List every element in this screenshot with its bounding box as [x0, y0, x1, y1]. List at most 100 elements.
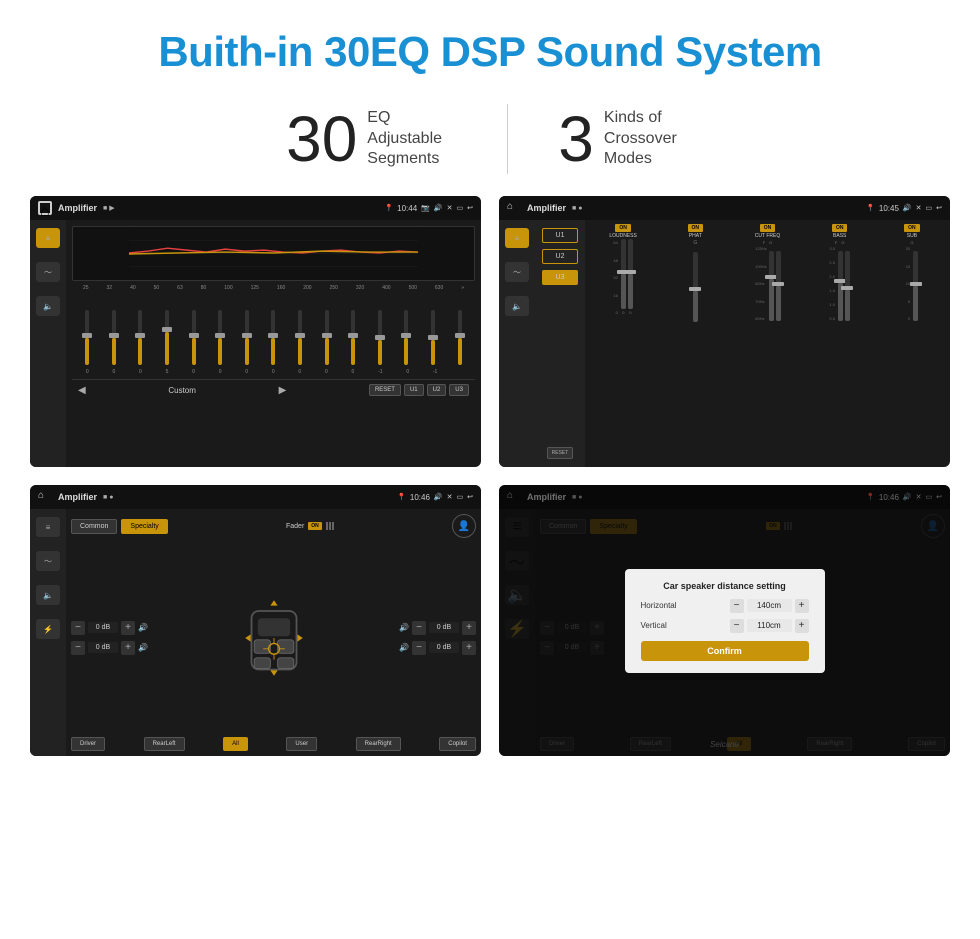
time-1: 10:44: [397, 204, 417, 213]
eq-graph[interactable]: [72, 226, 475, 281]
wave-icon-1: 〜: [44, 267, 52, 278]
eq-slider-13[interactable]: [404, 310, 408, 365]
eq-slider-3[interactable]: [138, 310, 142, 365]
dialog-overlay: Car speaker distance setting Horizontal …: [499, 485, 950, 756]
u3-tag[interactable]: U3: [542, 270, 578, 285]
eq-slider-4[interactable]: [165, 310, 169, 365]
wave-btn-2[interactable]: 〜: [505, 262, 529, 282]
phat-on[interactable]: ON: [688, 224, 704, 232]
eq-slider-8[interactable]: [271, 310, 275, 365]
user-icon-3: 👤: [452, 514, 476, 538]
fl-minus-3[interactable]: −: [71, 621, 85, 635]
home-icon-2[interactable]: ⌂: [507, 201, 521, 215]
horizontal-plus[interactable]: +: [795, 599, 809, 613]
horizontal-ctrl: − 140cm +: [730, 599, 809, 613]
eq-slider-12[interactable]: [378, 310, 382, 365]
eq-next-btn[interactable]: ▶: [279, 385, 287, 396]
home-icon-3[interactable]: ⌂: [38, 490, 52, 504]
fader-on-3[interactable]: ON: [308, 522, 322, 530]
u1-btn-1[interactable]: U1: [404, 384, 424, 396]
home-icon-1[interactable]: ⌂: [38, 201, 52, 215]
all-btn-3[interactable]: All: [223, 737, 248, 751]
fader-line-3: [332, 522, 334, 530]
bt-icon-3: ⚡: [43, 625, 53, 634]
eq-slider-2[interactable]: [112, 310, 116, 365]
stat-eq: 30 EQ AdjustableSegments: [236, 107, 507, 171]
rl-minus-3[interactable]: −: [71, 641, 85, 655]
bass-on[interactable]: ON: [832, 224, 848, 232]
eq-slider-10[interactable]: [325, 310, 329, 365]
eq-slider-6[interactable]: [218, 310, 222, 365]
u2-btn-1[interactable]: U2: [427, 384, 447, 396]
horizontal-minus[interactable]: −: [730, 599, 744, 613]
eq-slider-11[interactable]: [351, 310, 355, 365]
eq-slider-7[interactable]: [245, 310, 249, 365]
wave-btn-1[interactable]: 〜: [36, 262, 60, 282]
vertical-plus[interactable]: +: [795, 619, 809, 633]
eq-values: 0 0 0 5 0 0 0 0 0 0 0 -1 0 -1: [72, 369, 475, 375]
eq-slider-1[interactable]: [85, 310, 89, 365]
speaker-btn-2[interactable]: 🔈: [505, 296, 529, 316]
loudness-on[interactable]: ON: [615, 224, 631, 232]
eq-labels: 25 32 40 50 63 80 100 125 160 200 250 32…: [72, 285, 475, 291]
rr-minus-3[interactable]: −: [412, 641, 426, 655]
u3-btn-1[interactable]: U3: [449, 384, 469, 396]
screen-crossover: ⌂ Amplifier ■ ● 📍 10:45 🔊 ✕ ▭ ↩ ≡ 〜: [499, 196, 950, 467]
bt-btn-3[interactable]: ⚡: [36, 619, 60, 639]
cutfreq-slider-2[interactable]: [776, 251, 781, 321]
eq-prev-btn[interactable]: ◀: [78, 385, 86, 396]
screen2-title: Amplifier: [527, 203, 566, 213]
cutfreq-slider-1[interactable]: [769, 251, 774, 321]
car-diagram-3: [154, 543, 393, 732]
back-icon-1: ↩: [467, 204, 473, 212]
vertical-minus[interactable]: −: [730, 619, 744, 633]
reset-btn-1[interactable]: RESET: [369, 384, 401, 396]
eq-slider-5[interactable]: [192, 310, 196, 365]
loudness-slider-1[interactable]: 0: [621, 239, 626, 315]
driver-btn-3[interactable]: Driver: [71, 737, 105, 751]
phat-slider[interactable]: [693, 252, 698, 322]
fr-plus-3[interactable]: +: [462, 621, 476, 635]
eq-slider-15[interactable]: [458, 310, 462, 365]
status-icons-3: 📍 10:46 🔊 ✕ ▭ ↩: [397, 493, 473, 502]
status-left-3: ⌂ Amplifier ■ ●: [38, 490, 113, 504]
common-tab-3[interactable]: Common: [71, 519, 117, 534]
time-3: 10:46: [410, 493, 430, 502]
cutfreq-on[interactable]: ON: [760, 224, 776, 232]
u1-tag[interactable]: U1: [542, 228, 578, 243]
sub-slider[interactable]: [913, 251, 918, 321]
specialty-tab-3[interactable]: Specialty: [121, 519, 167, 534]
fl-plus-3[interactable]: +: [121, 621, 135, 635]
copilot-btn-3[interactable]: Copilot: [439, 737, 476, 751]
eq-slider-14[interactable]: [431, 310, 435, 365]
u2-tag[interactable]: U2: [542, 249, 578, 264]
rr-plus-3[interactable]: +: [462, 641, 476, 655]
wave-icon-2: 〜: [513, 267, 521, 278]
wave-btn-3[interactable]: 〜: [36, 551, 60, 571]
confirm-button[interactable]: Confirm: [641, 641, 809, 661]
channel-cutfreq: ON CUT FREQ F G 125Hz100Hz80Hz70Hz60Hz: [733, 224, 801, 322]
eq-freq-40: 40: [130, 285, 136, 291]
horizontal-label: Horizontal: [641, 601, 677, 610]
status-bar-2: ⌂ Amplifier ■ ● 📍 10:45 🔊 ✕ ▭ ↩: [499, 196, 950, 220]
user-btn-3[interactable]: User: [286, 737, 317, 751]
speaker-btn-3[interactable]: 🔈: [36, 585, 60, 605]
eq-slider-9[interactable]: [298, 310, 302, 365]
bass-slider-2[interactable]: [845, 251, 850, 321]
reset-btn-2[interactable]: RESET: [547, 447, 574, 459]
speaker-btn-1[interactable]: 🔈: [36, 296, 60, 316]
eq-expand-icon[interactable]: »: [461, 285, 464, 291]
rearleft-btn-3[interactable]: RearLeft: [144, 737, 185, 751]
rearright-btn-3[interactable]: RearRight: [356, 737, 401, 751]
eq-btn-2[interactable]: ≡: [505, 228, 529, 248]
loudness-slider-2[interactable]: 0: [628, 239, 633, 315]
eq-btn-1[interactable]: ≡: [36, 228, 60, 248]
amp-main-3: Common Specialty Fader ON 👤: [66, 509, 481, 756]
sub-on[interactable]: ON: [904, 224, 920, 232]
fr-minus-3[interactable]: −: [412, 621, 426, 635]
fl-val-3: 0 dB: [88, 622, 118, 633]
tune-icon: ≡: [46, 234, 51, 243]
rl-plus-3[interactable]: +: [121, 641, 135, 655]
eq-btn-3[interactable]: ≡: [36, 517, 60, 537]
dialog-vertical-row: Vertical − 110cm +: [641, 619, 809, 633]
